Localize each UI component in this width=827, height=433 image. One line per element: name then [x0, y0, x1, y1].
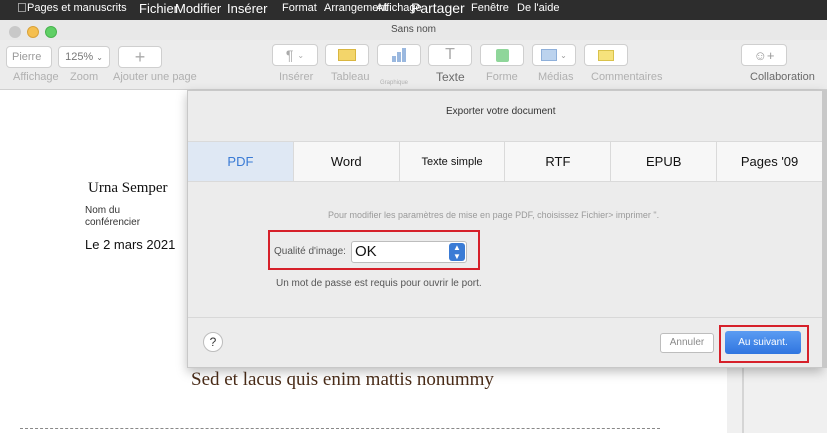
text-icon: T: [445, 46, 455, 63]
tab-pages-09[interactable]: Pages '09: [717, 142, 822, 181]
label-medias: Médias: [538, 71, 574, 83]
apple-icon[interactable]: : [17, 0, 27, 15]
label-add-page: Ajouter une page: [113, 71, 197, 83]
image-quality-value: OK: [355, 243, 377, 260]
pdf-layout-hint: Pour modifier les paramètres de mise en …: [328, 210, 660, 220]
text-button[interactable]: T: [428, 44, 472, 66]
menu-fichier[interactable]: Fichier: [139, 1, 178, 16]
next-button[interactable]: Au suivant.: [725, 331, 801, 354]
menu-bar:  Pages et manuscrits Fichier Modifier I…: [0, 0, 827, 20]
chevron-down-icon: ⌄: [96, 52, 103, 62]
menu-inserer[interactable]: Insérer: [227, 1, 267, 16]
shape-button[interactable]: [480, 44, 524, 66]
tab-pdf[interactable]: PDF: [188, 142, 294, 181]
dialog-divider: [188, 317, 822, 318]
table-button[interactable]: [325, 44, 369, 66]
zoom-dropdown[interactable]: 125% ⌄: [58, 46, 110, 68]
view-dropdown[interactable]: Pierre: [6, 46, 52, 68]
menu-partager[interactable]: Partager: [411, 0, 465, 16]
collaboration-button[interactable]: ☺+: [741, 44, 787, 66]
chevron-down-icon: ⌄: [560, 50, 567, 60]
menu-modifier[interactable]: Modifier: [175, 1, 221, 16]
export-title: Exporter votre document: [446, 106, 556, 117]
image-quality-select[interactable]: OK ▲ ▼: [351, 241, 467, 263]
chart-icon: [392, 48, 406, 62]
sidebar-divider: [742, 360, 744, 433]
tab-epub[interactable]: EPUB: [611, 142, 718, 181]
image-icon: [541, 49, 558, 61]
tab-rtf[interactable]: RTF: [505, 142, 612, 181]
export-dialog: Exporter votre document PDF Word Texte s…: [187, 90, 823, 368]
menu-fenetre[interactable]: Fenêtre: [471, 2, 509, 14]
label-affichage: Affichage: [13, 71, 59, 83]
label-inserer: Insérer: [279, 71, 314, 83]
page-bottom-line: [20, 428, 660, 429]
document-body-text[interactable]: Sed et lacus quis enim mattis nonummy: [191, 369, 494, 391]
shape-icon: [495, 48, 509, 62]
paragraph-icon: ¶: [285, 47, 294, 63]
chevron-down-icon: ⌄: [297, 50, 305, 60]
document-name[interactable]: Urna Semper: [88, 180, 168, 197]
add-page-button[interactable]: +: [118, 46, 162, 68]
label-collaboration: Collaboration: [750, 71, 815, 83]
tab-word[interactable]: Word: [294, 142, 400, 181]
comment-icon: [598, 49, 614, 61]
plus-icon: +: [134, 46, 146, 67]
chart-button[interactable]: [377, 44, 421, 66]
label-commentaires: Commentaires: [591, 71, 663, 83]
view-value: Pierre: [12, 51, 42, 63]
password-note: Un mot de passe est requis pour ouvrir l…: [276, 278, 482, 289]
window-right-edge: [823, 90, 827, 368]
comment-button[interactable]: [584, 44, 628, 66]
window-title: Sans nom: [390, 24, 437, 35]
label-tableau: Tableau: [331, 71, 370, 83]
export-format-tabs: PDF Word Texte simple RTF EPUB Pages '09: [188, 141, 822, 182]
label-texte: Texte: [436, 70, 465, 84]
label-zoom: Zoom: [70, 71, 99, 83]
menu-aide[interactable]: De l'aide: [517, 2, 559, 14]
image-quality-label: Qualité d'image:: [274, 246, 346, 257]
document-date[interactable]: Le 2 mars 2021: [85, 237, 175, 252]
table-icon: [338, 49, 356, 61]
menu-app[interactable]: Pages et manuscrits: [27, 2, 127, 14]
document-role[interactable]: Nom du conférencier: [85, 205, 175, 229]
tab-plain-text[interactable]: Texte simple: [400, 142, 506, 181]
insert-button[interactable]: ¶ ⌄: [272, 44, 318, 66]
label-forme: Forme: [486, 71, 518, 83]
media-button[interactable]: ⌄: [532, 44, 576, 66]
select-arrows-icon: ▲ ▼: [449, 243, 465, 261]
cancel-button[interactable]: Annuler: [660, 333, 714, 353]
label-graphique: Graphique: [380, 80, 409, 86]
help-button[interactable]: ?: [203, 332, 223, 352]
zoom-value: 125%: [65, 51, 94, 63]
collaboration-icon: ☺+: [753, 47, 775, 63]
menu-format[interactable]: Format: [282, 2, 317, 14]
